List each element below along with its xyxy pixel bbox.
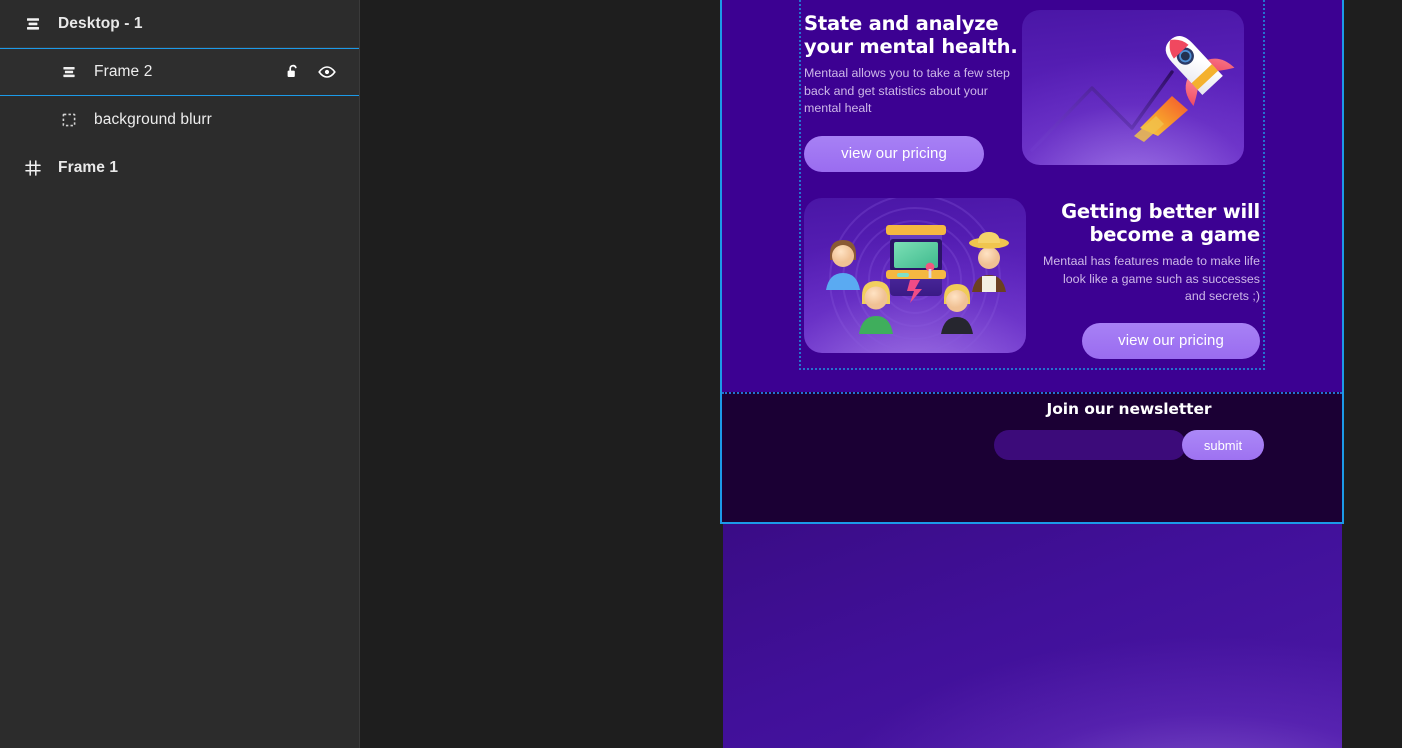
layer-label-page: Desktop - 1 <box>58 14 143 32</box>
rocket-growth-chart-illustration <box>1022 10 1244 165</box>
newsletter-form: submit <box>994 430 1264 460</box>
artboard-frame-2[interactable]: State and analyze your mental health. Me… <box>720 0 1344 524</box>
feature-block-2: Getting better will become a game Mentaa… <box>804 198 1260 363</box>
feature-1-description: Mentaal allows you to take a few step ba… <box>804 66 1010 116</box>
sidebar-item-background-blurr[interactable]: background blurr <box>0 96 359 144</box>
feature-1-title: State and analyze your mental health. <box>804 12 1018 58</box>
sidebar-item-frame-2[interactable]: Frame 2 <box>0 48 359 96</box>
feature-2-description: Mentaal has features made to make life l… <box>1043 254 1260 304</box>
feature-2-title: Getting better will become a game <box>1061 200 1260 246</box>
design-canvas[interactable]: State and analyze your mental health. Me… <box>360 0 1402 748</box>
view-pricing-button-2[interactable]: view our pricing <box>1082 322 1260 359</box>
auto-layout-vertical-icon <box>58 61 80 83</box>
sidebar-item-frame-1[interactable]: Frame 1 <box>0 144 359 192</box>
feature-1-copy: State and analyze your mental health. Me… <box>804 10 1022 172</box>
frame-hash-icon <box>22 157 44 179</box>
layer-row-actions <box>283 49 337 95</box>
newsletter-title: Join our newsletter <box>1046 400 1212 418</box>
arcade-machine-people-illustration <box>804 198 1026 353</box>
layers-panel: Desktop - 1 Frame 2 background blurr Fra… <box>0 0 360 748</box>
newsletter-section: Join our newsletter submit <box>722 392 1342 522</box>
sidebar-item-label-frame-1: Frame 1 <box>58 159 119 177</box>
view-pricing-button-1[interactable]: view our pricing <box>804 135 984 172</box>
newsletter-inner: Join our newsletter submit <box>994 400 1264 460</box>
sidebar-item-label-frame-2: Frame 2 <box>94 63 153 81</box>
artboard-frame-1[interactable] <box>723 524 1342 748</box>
visible-eye-icon[interactable] <box>317 62 337 82</box>
sidebar-item-label-background-blurr: background blurr <box>94 111 212 129</box>
group-dashed-icon <box>58 109 80 131</box>
feature-block-1: State and analyze your mental health. Me… <box>804 10 1260 180</box>
feature-2-copy: Getting better will become a game Mentaa… <box>1042 198 1260 359</box>
design-tool-window: Desktop - 1 Frame 2 background blurr Fra… <box>0 0 1402 748</box>
layers-stack-icon <box>22 13 44 35</box>
unlock-icon[interactable] <box>283 62 303 82</box>
newsletter-submit-button[interactable]: submit <box>1182 430 1264 460</box>
newsletter-email-input[interactable] <box>994 430 1186 460</box>
layer-row-page[interactable]: Desktop - 1 <box>0 0 359 48</box>
